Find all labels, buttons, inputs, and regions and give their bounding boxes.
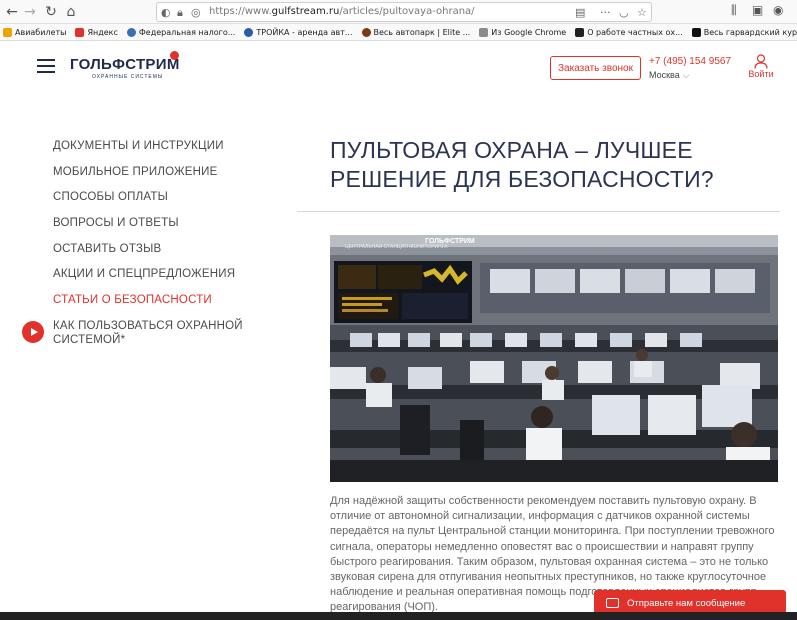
bookmark-star-icon[interactable]: ☆ [637, 6, 647, 19]
bookmark-favicon-icon [3, 27, 12, 37]
monitoring-center-photo: ГОЛЬФСТРИМ ЦЕНТРАЛЬНАЯ СТАНЦИЯ МОНИТОРИН… [330, 235, 778, 482]
bookmark-label: Весь автопарк | Elite ... [373, 27, 471, 37]
sidebar-item-faq[interactable]: ВОПРОСЫ И ОТВЕТЫ [53, 216, 273, 242]
browser-toolbar: ← → ↻ ⌂ ◐ 🔒︎ ◎ https://www.gulfstream.ru… [0, 0, 797, 24]
folder-icon [479, 27, 489, 37]
sidebar-item-documents[interactable]: ДОКУМЕНТЫ И ИНСТРУКЦИИ [53, 139, 273, 165]
bookmark-item[interactable]: О работе частных ох... [575, 27, 683, 37]
lock-icon[interactable]: 🔒︎ [177, 6, 183, 20]
library-icon[interactable]: ⫼ [731, 3, 737, 18]
bookmark-item[interactable]: Весь гарвардский кур... [691, 27, 797, 37]
bookmark-label: ТРОЙКА - аренда авт... [256, 27, 353, 37]
logo-subtitle: ОХРАННЫЕ СИСТЕМЫ [92, 74, 164, 80]
logo-dot-icon [170, 51, 179, 60]
login-button[interactable]: Войти [746, 54, 776, 79]
bookmark-favicon-icon [575, 27, 585, 37]
play-video-icon[interactable] [22, 321, 44, 343]
sidebar-item-payment[interactable]: СПОСОБЫ ОПЛАТЫ [53, 190, 273, 216]
bookmarks-bar: Авиабилеты Яндекс Федеральная налого... … [0, 24, 797, 41]
reload-icon[interactable]: ↻ [42, 3, 60, 21]
shield-icon[interactable]: ◐ [161, 6, 171, 19]
sidebar-icon[interactable]: ▣ [752, 3, 763, 17]
bookmark-item[interactable]: Федеральная налого... [126, 27, 236, 37]
bookmark-label: Яндекс [87, 27, 118, 37]
bookmark-favicon-icon [126, 27, 136, 37]
pocket-icon[interactable]: ◡ [619, 6, 629, 19]
message-icon [606, 598, 619, 608]
bookmark-item[interactable]: Из Google Chrome [479, 27, 567, 37]
send-message-label: Отправьте нам сообщение [627, 597, 746, 609]
sidebar-menu: ДОКУМЕНТЫ И ИНСТРУКЦИИ МОБИЛЬНОЕ ПРИЛОЖЕ… [53, 139, 273, 347]
bookmark-label: Авиабилеты [15, 27, 67, 37]
bookmark-favicon-icon [244, 27, 254, 37]
bookmark-item[interactable]: Яндекс [75, 27, 118, 37]
bookmark-label: О работе частных ох... [587, 27, 683, 37]
bookmark-label: Весь гарвардский кур... [703, 27, 797, 37]
sidebar-item-promotions[interactable]: АКЦИИ И СПЕЦПРЕДЛОЖЕНИЯ [53, 267, 273, 293]
sidebar-item-how-to-use[interactable]: КАК ПОЛЬЗОВАТЬСЯ ОХРАННОЙ СИСТЕМОЙ* [53, 319, 243, 347]
url-text[interactable]: https://www.gulfstream.ru/articles/pulto… [209, 6, 475, 17]
bookmark-favicon-icon [75, 27, 85, 37]
reader-view-icon[interactable]: ▤ [575, 6, 585, 19]
site-logo[interactable]: ГОЛЬФСТРИМ ОХРАННЫЕ СИСТЕМЫ [70, 51, 180, 80]
logo-text: ГОЛЬФСТРИМ [70, 56, 180, 73]
account-icon[interactable]: ◉ [773, 3, 783, 17]
bookmark-favicon-icon [361, 27, 371, 37]
login-label: Войти [748, 69, 774, 79]
photo-sign-subtext: ЦЕНТРАЛЬНАЯ СТАНЦИЯ МОНИТОРИНГА [345, 244, 448, 250]
bookmark-item[interactable]: ТРОЙКА - аренда авт... [244, 27, 353, 37]
forward-icon[interactable]: → [21, 3, 39, 21]
bookmark-label: Федеральная налого... [138, 27, 236, 37]
title-divider [297, 211, 780, 212]
chevron-down-icon: ⌵ [682, 70, 690, 80]
city-label: Москва [649, 70, 680, 80]
page-title: ПУЛЬТОВАЯ ОХРАНА – ЛУЧШЕЕ РЕШЕНИЕ ДЛЯ БЕ… [330, 137, 714, 192]
callback-button[interactable]: Заказать звонок [550, 56, 641, 80]
article-photo: ГОЛЬФСТРИМ ЦЕНТРАЛЬНАЯ СТАНЦИЯ МОНИТОРИН… [330, 235, 778, 482]
sidebar-item-mobile-app[interactable]: МОБИЛЬНОЕ ПРИЛОЖЕНИЕ [53, 165, 273, 191]
bookmark-item[interactable]: Авиабилеты [3, 27, 67, 37]
phone-link[interactable]: +7 (495) 154 9567 [649, 56, 731, 67]
url-bar[interactable]: ◐ 🔒︎ ◎ https://www.gulfstream.ru/article… [156, 2, 652, 22]
bookmark-label: Из Google Chrome [491, 27, 567, 37]
sidebar-item-articles[interactable]: СТАТЬИ О БЕЗОПАСНОСТИ [53, 293, 273, 319]
page-actions-icon[interactable]: ··· [600, 6, 611, 19]
permissions-icon[interactable]: ◎ [191, 6, 201, 19]
taskbar-edge [0, 612, 797, 620]
bookmark-item[interactable]: Весь автопарк | Elite ... [361, 27, 471, 37]
home-icon[interactable]: ⌂ [62, 3, 80, 21]
back-icon[interactable]: ← [3, 3, 21, 21]
sidebar-item-review[interactable]: ОСТАВИТЬ ОТЗЫВ [53, 242, 273, 268]
menu-icon[interactable] [37, 59, 55, 73]
bookmark-favicon-icon [691, 27, 701, 37]
city-selector[interactable]: Москва ⌵ [649, 70, 690, 81]
user-icon [754, 54, 768, 69]
